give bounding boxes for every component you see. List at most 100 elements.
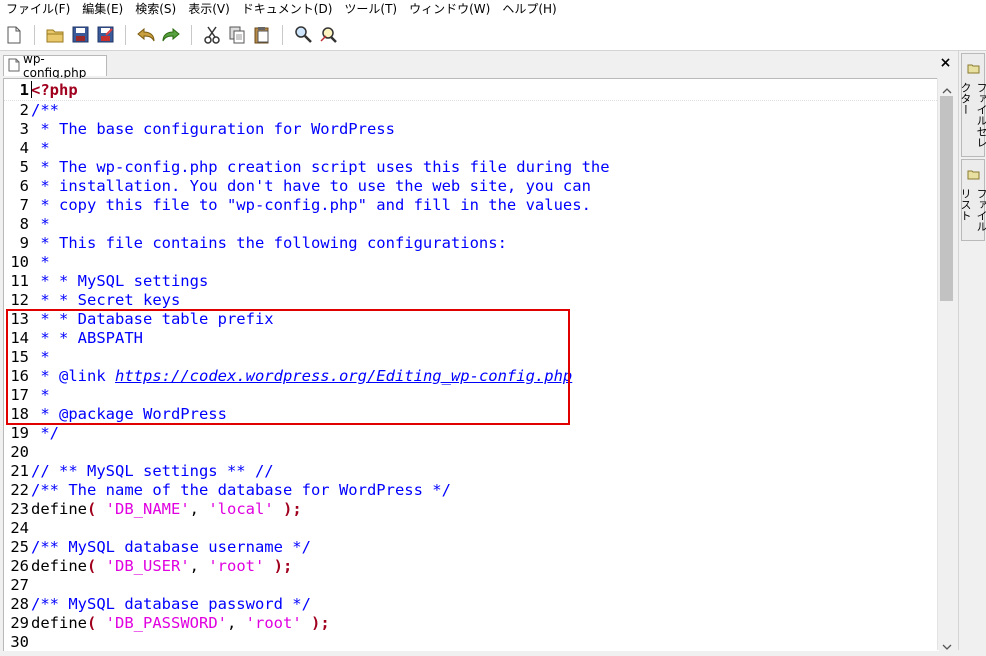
- line-code: define( 'DB_NAME', 'local' );: [29, 500, 302, 519]
- scroll-down-icon[interactable]: [942, 637, 952, 650]
- code-line: 16 * @link https://codex.wordpress.org/E…: [4, 367, 939, 386]
- line-code: */: [29, 424, 59, 443]
- comment-text: // ** MySQL settings ** //: [31, 462, 274, 480]
- code-line: 12 * * Secret keys: [4, 291, 939, 310]
- tab-wp-config[interactable]: wp-config.php: [3, 52, 107, 80]
- line-code: *: [29, 348, 49, 367]
- line-number: 9: [19, 234, 29, 252]
- define-keyword: define: [31, 500, 87, 518]
- line-number: 28: [10, 595, 29, 613]
- line-number: 23: [10, 500, 29, 518]
- paste-icon[interactable]: [251, 24, 273, 46]
- close-paren: );: [301, 614, 330, 632]
- menu-bar: ファイル(F) 編集(E) 検索(S) 表示(V) ドキュメント(D) ツール(…: [0, 0, 986, 19]
- menu-view[interactable]: 表示(V): [182, 0, 236, 19]
- line-number: 2: [19, 101, 29, 119]
- save-as-icon[interactable]: [94, 24, 116, 46]
- line-code: * * Secret keys: [29, 291, 180, 310]
- code-line: 18 * @package WordPress: [4, 405, 939, 424]
- toolbar-separator: [191, 24, 192, 45]
- menu-help[interactable]: ヘルプ(H): [496, 0, 562, 19]
- code-lines: 1 <?php 2/** 3 * The base configuration for…: [4, 81, 939, 651]
- comment-text: * The base configuration for WordPress: [31, 120, 395, 138]
- menu-tools[interactable]: ツール(T): [338, 0, 403, 19]
- line-code: * @package WordPress: [29, 405, 227, 424]
- codex-link: https://codex.wordpress.org/Editing_wp-c…: [115, 367, 573, 385]
- side-tab-file-list[interactable]: ファイルリスト: [959, 159, 986, 241]
- line-number: 3: [19, 120, 29, 138]
- tab-bar: wp-config.php: [0, 51, 958, 80]
- menu-document[interactable]: ドキュメント(D): [236, 0, 339, 19]
- line-code: * * MySQL settings: [29, 272, 208, 291]
- menu-window[interactable]: ウィンドウ(W): [403, 0, 496, 19]
- open-paren: (: [87, 500, 106, 518]
- cut-icon[interactable]: [201, 24, 223, 46]
- line-number: 22: [10, 481, 29, 499]
- code-line: 30: [4, 633, 939, 651]
- comment-text: * @link: [31, 367, 115, 385]
- undo-icon[interactable]: [135, 24, 157, 46]
- code-line: 26 define( 'DB_USER', 'root' );: [4, 557, 939, 576]
- comment-text: */: [31, 424, 59, 442]
- copy-icon[interactable]: [226, 24, 248, 46]
- comment-text: /** MySQL database username */: [31, 538, 311, 556]
- line-code: * * Database table prefix: [29, 310, 273, 329]
- code-editor[interactable]: 1 <?php 2/** 3 * The base configuration for…: [3, 78, 939, 651]
- search-icon[interactable]: [292, 24, 314, 46]
- open-folder-icon[interactable]: [44, 24, 66, 46]
- redo-icon[interactable]: [160, 24, 182, 46]
- line-number: 6: [19, 177, 29, 195]
- line-number: 16: [10, 367, 29, 385]
- line-code: *: [29, 386, 50, 405]
- comment-text: *: [31, 386, 50, 404]
- code-line: 6 * installation. You don't have to use …: [4, 177, 939, 196]
- line-code: /** MySQL database username */: [29, 538, 311, 557]
- side-panel: ファイルセレクター ファイルリスト: [958, 51, 986, 650]
- code-line: 25/** MySQL database username */: [4, 538, 939, 557]
- code-line: 29 define( 'DB_PASSWORD', 'root' );: [4, 614, 939, 633]
- toolbar-separator: [282, 24, 283, 45]
- line-code: <?php: [29, 81, 78, 100]
- line-code: *: [29, 139, 50, 158]
- menu-edit[interactable]: 編集(E): [76, 0, 129, 19]
- toolbar-separator: [34, 24, 35, 45]
- toolbar-separator: [125, 24, 126, 45]
- code-line: 9 * This file contains the following con…: [4, 234, 939, 253]
- text-caret: [31, 81, 32, 98]
- folder-icon: [967, 59, 980, 78]
- line-number: 14: [10, 329, 29, 347]
- string-literal: 'local': [208, 500, 274, 518]
- code-line: 3 * The base configuration for WordPress: [4, 120, 939, 139]
- menu-search[interactable]: 検索(S): [129, 0, 182, 19]
- replace-icon[interactable]: [317, 24, 339, 46]
- close-paren: );: [264, 557, 293, 575]
- comma: ,: [189, 557, 209, 575]
- line-number: 21: [10, 462, 29, 480]
- menu-file[interactable]: ファイル(F): [0, 0, 76, 19]
- line-code: // ** MySQL settings ** //: [29, 462, 274, 481]
- scrollbar-thumb[interactable]: [940, 96, 953, 301]
- code-line: 24: [4, 519, 939, 538]
- line-number: 5: [19, 158, 29, 176]
- side-tab-label: ファイルセレクター: [959, 82, 986, 148]
- comment-text: *: [31, 139, 50, 157]
- comment-text: * The wp-config.php creation script uses…: [31, 158, 610, 176]
- code-line: 13 * * Database table prefix: [4, 310, 939, 329]
- save-icon[interactable]: [69, 24, 91, 46]
- line-number: 12: [10, 291, 29, 309]
- string-literal: 'root': [208, 557, 265, 575]
- line-number: 4: [19, 139, 29, 157]
- close-tab-button[interactable]: ×: [938, 56, 953, 71]
- comment-text: * installation. You don't have to use th…: [31, 177, 591, 195]
- scroll-up-icon[interactable]: [942, 81, 952, 94]
- php-open-tag: <?php: [31, 81, 78, 99]
- comment-text: * * MySQL settings: [31, 272, 209, 290]
- line-code: * The base configuration for WordPress: [29, 120, 395, 139]
- new-file-icon[interactable]: [3, 24, 25, 46]
- comma: ,: [189, 500, 209, 518]
- line-number: 18: [10, 405, 29, 423]
- close-paren: );: [273, 500, 302, 518]
- vertical-scrollbar[interactable]: [937, 78, 956, 650]
- side-tab-file-selector[interactable]: ファイルセレクター: [959, 53, 986, 157]
- line-number: 17: [10, 386, 29, 404]
